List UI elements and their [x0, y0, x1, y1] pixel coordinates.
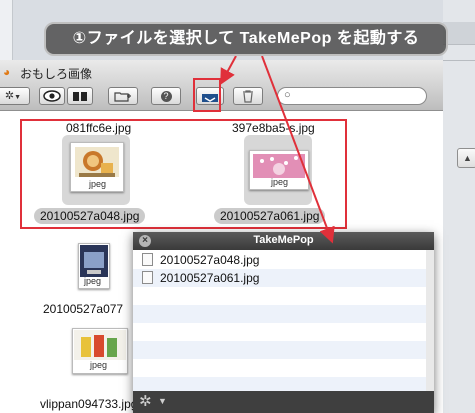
arrow-to-button — [220, 55, 237, 86]
callout-text: ①ファイルを選択して TakeMePop を起動する — [72, 30, 420, 47]
arrow-to-panel — [261, 55, 335, 244]
instruction-callout: ①ファイルを選択して TakeMePop を起動する — [44, 22, 448, 56]
annotation-arrows — [220, 55, 335, 244]
